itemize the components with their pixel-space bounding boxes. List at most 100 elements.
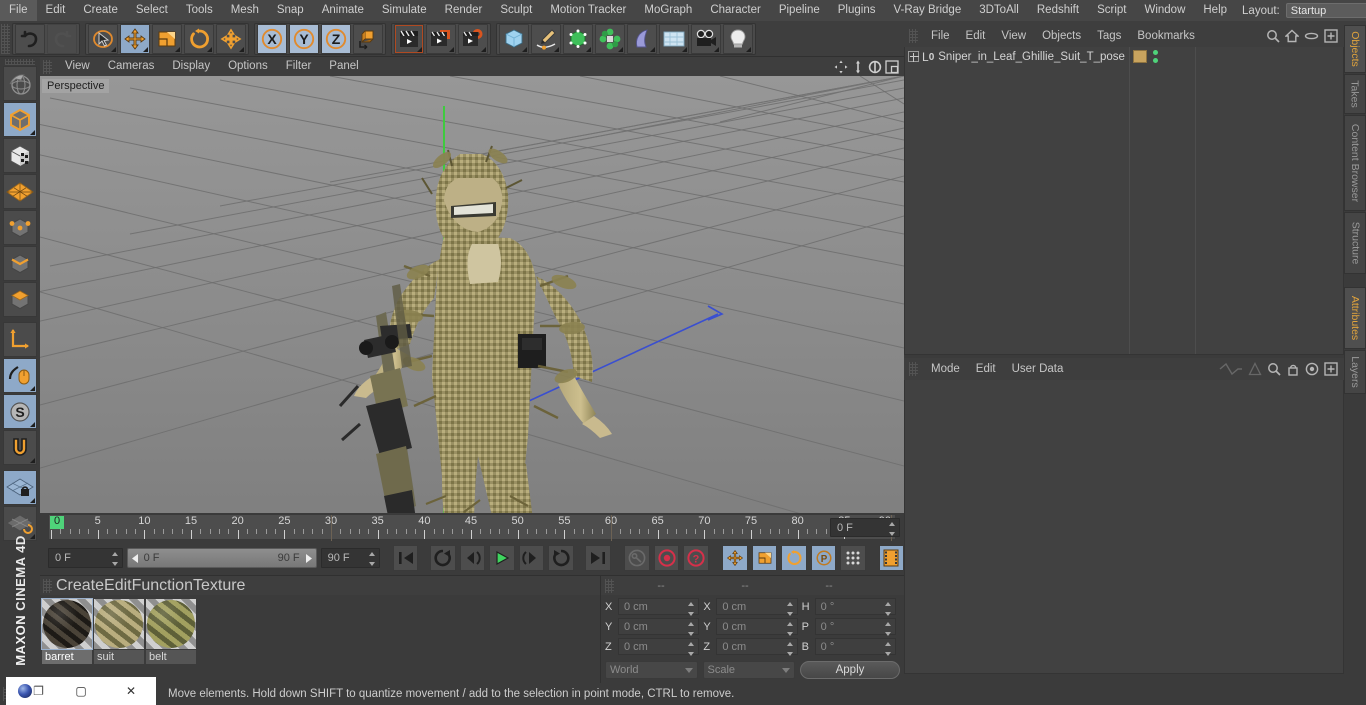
menu-pipeline[interactable]: Pipeline [770, 0, 829, 21]
spinner-icon[interactable] [884, 642, 892, 656]
material-grip[interactable] [43, 578, 52, 593]
attributes-menu-edit[interactable]: Edit [968, 358, 1004, 380]
menu-motion-tracker[interactable]: Motion Tracker [541, 0, 635, 21]
spinner-icon[interactable] [369, 552, 376, 566]
rotate-tool[interactable] [184, 23, 214, 54]
viewport-menu-options[interactable]: Options [219, 57, 277, 76]
visibility-dots[interactable] [1153, 50, 1159, 63]
menu-animate[interactable]: Animate [313, 0, 373, 21]
rotate-icon[interactable] [868, 60, 882, 74]
spinner-icon[interactable] [786, 622, 794, 636]
redo-button[interactable] [47, 23, 77, 54]
dynamic-place-tool[interactable] [216, 23, 246, 54]
material-menu-create[interactable]: Create [56, 577, 104, 595]
menu-mograph[interactable]: MoGraph [635, 0, 701, 21]
interpolation-icon[interactable] [1219, 363, 1243, 375]
select-tool[interactable] [88, 23, 118, 54]
tool-options-corner[interactable] [522, 46, 527, 52]
pos-x-field[interactable]: 0 cm [618, 598, 700, 616]
object-menu-view[interactable]: View [993, 25, 1034, 47]
rotation-key-toggle[interactable] [781, 545, 807, 571]
menu-help[interactable]: Help [1194, 0, 1236, 21]
pan-icon[interactable] [834, 60, 848, 74]
object-menu-bookmarks[interactable]: Bookmarks [1129, 25, 1203, 47]
menu-sculpt[interactable]: Sculpt [491, 0, 541, 21]
timeline-frame-field-right[interactable]: 0 F [830, 518, 900, 537]
preview-range-slider[interactable]: 0 F 90 F [126, 548, 317, 568]
triangle-icon[interactable] [1248, 362, 1262, 376]
home-icon[interactable] [1285, 29, 1299, 43]
menu-window[interactable]: Window [1135, 0, 1194, 21]
add-environment-button[interactable] [659, 23, 689, 54]
material-preview-sphere[interactable] [41, 598, 93, 650]
record-active-objects-button[interactable] [653, 545, 680, 571]
viewport-solo-button[interactable] [3, 358, 37, 393]
undo-button[interactable] [15, 23, 45, 54]
add-deformer-button[interactable] [627, 23, 657, 54]
tool-options-corner[interactable] [417, 46, 422, 52]
eye-icon[interactable] [1304, 29, 1319, 43]
tool-options-corner[interactable] [111, 46, 116, 52]
material-tag-icon[interactable] [1133, 50, 1147, 63]
parameter-key-toggle[interactable]: P [810, 545, 837, 571]
coordinates-grip[interactable] [605, 578, 614, 593]
play-backwards-loop-button[interactable] [430, 545, 456, 571]
lock-icon[interactable] [1286, 362, 1300, 376]
material-item[interactable]: suit [94, 599, 144, 664]
tool-options-corner[interactable] [650, 46, 655, 52]
size-z-field[interactable]: 0 cm [716, 638, 798, 656]
spinner-icon[interactable] [884, 602, 892, 616]
step-back-button[interactable] [459, 545, 486, 571]
spinner-icon[interactable] [688, 622, 695, 636]
spinner-icon[interactable] [111, 552, 119, 566]
tool-options-corner[interactable] [239, 46, 244, 52]
coordinate-system-dropdown[interactable]: World [605, 661, 698, 679]
material-menu-edit[interactable]: Edit [104, 577, 132, 595]
panel-tab-layers[interactable]: Layers [1344, 350, 1366, 394]
material-item[interactable]: belt [146, 599, 196, 664]
add-cube-button[interactable] [499, 23, 529, 54]
tool-options-corner[interactable] [30, 498, 35, 503]
viewport-grip[interactable] [43, 59, 52, 74]
lock-z-axis[interactable]: Z [321, 23, 351, 54]
attributes-menu-user-data[interactable]: User Data [1004, 358, 1072, 380]
tool-options-corner[interactable] [618, 46, 623, 52]
object-manager-grip[interactable] [909, 29, 918, 43]
render-view-button[interactable] [394, 23, 424, 54]
menu-file[interactable]: File [0, 0, 37, 21]
tool-options-corner[interactable] [30, 386, 35, 391]
close-button[interactable]: ✕ [106, 684, 156, 698]
menu-mesh[interactable]: Mesh [222, 0, 268, 21]
range-right-arrow-icon[interactable] [304, 553, 313, 563]
tool-options-corner[interactable] [682, 46, 687, 52]
edge-mode-button[interactable] [3, 246, 37, 281]
palette-grip[interactable] [5, 59, 35, 65]
keyframe-selection-button[interactable]: ? [683, 545, 709, 571]
dolly-icon[interactable] [851, 60, 865, 74]
spinner-icon[interactable] [786, 602, 794, 616]
material-preview-sphere[interactable] [94, 599, 144, 649]
rot-p-field[interactable]: 0 ° [814, 618, 896, 636]
restore-button[interactable]: ❐ [33, 684, 44, 698]
render-settings-button[interactable] [458, 23, 488, 54]
world-object-coordinate-toggle[interactable] [353, 23, 383, 54]
tool-options-corner[interactable] [746, 46, 751, 52]
render-to-picture-viewer-button[interactable] [426, 23, 456, 54]
tool-options-corner[interactable] [30, 458, 35, 463]
add-camera-button[interactable] [691, 23, 721, 54]
menu-render[interactable]: Render [436, 0, 492, 21]
menu-v-ray-bridge[interactable]: V-Ray Bridge [884, 0, 970, 21]
menu-simulate[interactable]: Simulate [373, 0, 436, 21]
menu-plugins[interactable]: Plugins [829, 0, 885, 21]
size-mode-dropdown[interactable]: Scale [702, 661, 795, 679]
attributes-grip[interactable] [909, 362, 918, 376]
tool-options-corner[interactable] [30, 422, 35, 427]
expand-icon[interactable] [1324, 362, 1338, 376]
expand-icon[interactable] [1324, 29, 1338, 43]
point-mode-button[interactable] [3, 210, 37, 245]
spinner-icon[interactable] [889, 522, 896, 536]
menu-character[interactable]: Character [701, 0, 770, 21]
menu-edit[interactable]: Edit [37, 0, 75, 21]
object-menu-objects[interactable]: Objects [1034, 25, 1089, 47]
toolbar-grip[interactable] [1, 23, 10, 54]
